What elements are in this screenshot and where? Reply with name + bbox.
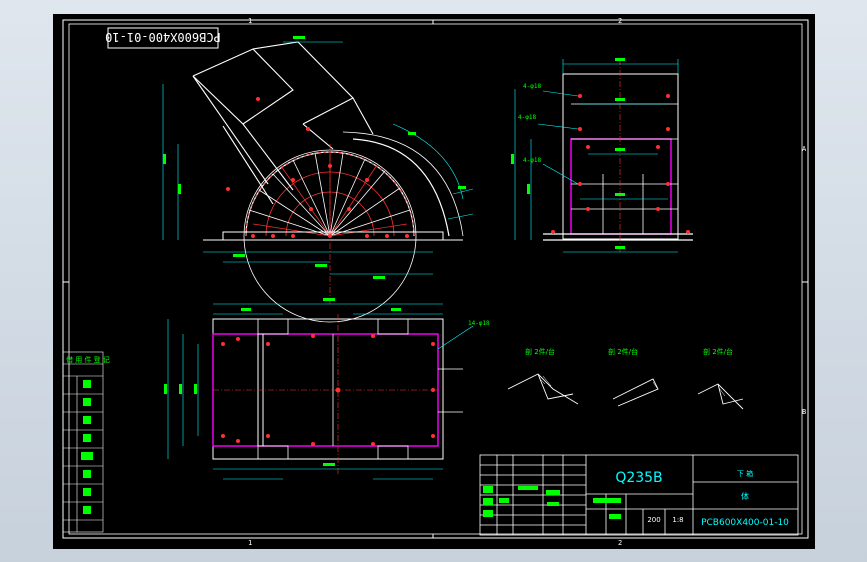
zone-col-1-top: 1 [248, 17, 252, 25]
side-table-header: 借 用 件 登 记 [66, 355, 110, 364]
outer-border [62, 19, 809, 539]
zone-row-b: B [802, 408, 806, 416]
section-details [507, 373, 744, 410]
material-label: Q235B [615, 470, 662, 486]
zone-col-2-bottom: 2 [618, 539, 622, 547]
hole-callout-mid: 4-φ18 [518, 114, 536, 121]
title-block-glyphs [483, 486, 621, 519]
hole-callout-plan: 14-φ18 [468, 320, 490, 327]
section-hatch [538, 375, 726, 397]
scale-ratio: 1:8 [672, 516, 683, 524]
inner-frame [68, 23, 803, 535]
hole-callout-low: 4-φ18 [523, 157, 541, 164]
part-name: 下 箱 [737, 469, 753, 478]
plan-view [164, 298, 474, 480]
drawing-canvas: 1 2 1 2 A B PCB600X400-01-10 借 用 件 登 记 4… [62, 17, 809, 547]
section-label-1: 剖 2件/台 [525, 347, 555, 356]
side-table-glyphs [81, 380, 93, 514]
zone-row-a: A [802, 145, 807, 153]
section-label-3: 剖 2件/台 [703, 347, 733, 356]
hole-callout-top: 4-φ18 [523, 83, 541, 90]
part-sub: 体 [741, 491, 749, 501]
drawing-sheet: 1 2 1 2 A B PCB600X400-01-10 借 用 件 登 记 4… [53, 14, 815, 549]
cad-viewport[interactable]: 1 2 1 2 A B PCB600X400-01-10 借 用 件 登 记 4… [0, 0, 867, 562]
drawing-number: PCB600X400-01-10 [701, 518, 789, 528]
zone-col-1-bottom: 1 [248, 539, 252, 547]
front-view [162, 36, 474, 323]
scale-value: 200 [647, 516, 660, 524]
section-label-2: 剖 2件/台 [608, 347, 638, 356]
stamp-code: PCB600X400-01-10 [105, 30, 221, 44]
zone-col-2-top: 2 [618, 17, 622, 25]
